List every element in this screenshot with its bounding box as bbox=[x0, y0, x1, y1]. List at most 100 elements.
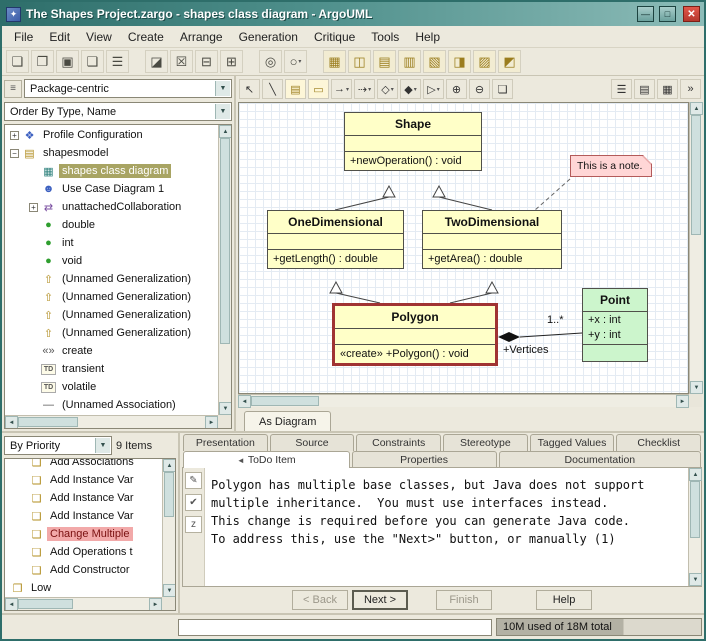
tree-item-profile-configuration[interactable]: +❖Profile Configuration bbox=[5, 126, 218, 144]
save-button[interactable]: ▣ bbox=[56, 50, 79, 73]
remove-from-diagram-button[interactable]: ◪ bbox=[145, 50, 168, 73]
diagram-horizontal-scrollbar[interactable]: ◄► bbox=[238, 394, 689, 407]
tab-stereotype[interactable]: Stereotype bbox=[443, 434, 528, 451]
close-button[interactable]: ✕ bbox=[683, 6, 700, 22]
scroll-up-icon[interactable]: ▲ bbox=[219, 125, 232, 138]
chevron-down-icon[interactable]: ▾ bbox=[437, 86, 440, 93]
menu-arrange[interactable]: Arrange bbox=[172, 27, 231, 47]
class-tool-button[interactable]: ▭ bbox=[308, 79, 329, 99]
new-button[interactable]: ❏ bbox=[6, 50, 29, 73]
chevron-down-icon[interactable]: ▾ bbox=[368, 86, 371, 93]
menu-generation[interactable]: Generation bbox=[231, 27, 306, 47]
usecase-diagram-button[interactable]: ◫ bbox=[348, 50, 371, 73]
tree-item-generalization-4[interactable]: ⇧(Unnamed Generalization) bbox=[5, 324, 218, 342]
snooze-todo-button[interactable]: z bbox=[185, 516, 202, 533]
chevron-down-icon[interactable]: ▾ bbox=[391, 86, 394, 93]
composition-tool-button[interactable]: ◆▾ bbox=[400, 79, 421, 99]
details-vertical-scrollbar[interactable]: ▲▼ bbox=[688, 468, 701, 586]
operation-tool-button[interactable]: ⊖ bbox=[469, 79, 490, 99]
next-button[interactable]: Next > bbox=[352, 590, 408, 610]
delete-button[interactable]: ☒ bbox=[170, 50, 193, 73]
grid-tool-button[interactable]: ▦ bbox=[657, 79, 678, 99]
tab-tagged-values[interactable]: Tagged Values bbox=[530, 434, 615, 451]
todo-item[interactable]: ❑Add Associations bbox=[5, 459, 162, 471]
tab-documentation[interactable]: Documentation bbox=[499, 451, 701, 468]
tree-item-create[interactable]: «»create bbox=[5, 342, 218, 360]
tab-checklist[interactable]: Checklist bbox=[616, 434, 701, 451]
package-tool-button[interactable]: ▤ bbox=[285, 79, 306, 99]
chevron-down-icon[interactable]: ▼ bbox=[215, 104, 230, 119]
tree-item-generalization-2[interactable]: ⇧(Unnamed Generalization) bbox=[5, 288, 218, 306]
layers-tool-button[interactable]: ▤ bbox=[634, 79, 655, 99]
todo-item[interactable]: ❑Add Constructor bbox=[5, 561, 162, 579]
broom-tool-button[interactable]: ╲ bbox=[262, 79, 283, 99]
stack-tool-button[interactable]: ☰ bbox=[611, 79, 632, 99]
menu-file[interactable]: File bbox=[6, 27, 41, 47]
scrollbar-thumb[interactable] bbox=[691, 115, 701, 235]
tree-item-shapesmodel[interactable]: −▤shapesmodel bbox=[5, 144, 218, 162]
scroll-right-icon[interactable]: ► bbox=[676, 395, 689, 408]
titlebar[interactable]: ✦ The Shapes Project.zargo - shapes clas… bbox=[2, 2, 704, 26]
chevron-down-icon[interactable]: ▼ bbox=[95, 438, 110, 453]
menu-view[interactable]: View bbox=[78, 27, 120, 47]
ordering-combo[interactable]: Order By Type, Name ▼ bbox=[4, 102, 232, 121]
scrollbar-thumb[interactable] bbox=[690, 481, 700, 538]
scroll-up-icon[interactable]: ▲ bbox=[690, 102, 703, 115]
tree-item-void[interactable]: ●void bbox=[5, 252, 218, 270]
todo-item-selected[interactable]: ❑Change Multiple bbox=[5, 525, 162, 543]
uml-class-onedimensional[interactable]: OneDimensional +getLength() : double bbox=[267, 210, 404, 269]
scrollbar-thumb[interactable] bbox=[18, 417, 78, 427]
expander-icon[interactable]: − bbox=[10, 149, 19, 158]
uml-class-twodimensional[interactable]: TwoDimensional +getArea() : double bbox=[422, 210, 562, 269]
save-as-button[interactable]: ❑ bbox=[81, 50, 104, 73]
find-button[interactable]: ◎ bbox=[259, 50, 282, 73]
tab-presentation[interactable]: Presentation bbox=[183, 434, 268, 451]
tree-item-unattached-collaboration[interactable]: +⇄unattachedCollaboration bbox=[5, 198, 218, 216]
tree-item-unnamed-association[interactable]: —(Unnamed Association) bbox=[5, 396, 218, 414]
tree-item-int[interactable]: ●int bbox=[5, 234, 218, 252]
align-left-button[interactable]: ⊟ bbox=[195, 50, 218, 73]
new-todo-button[interactable]: ✎ bbox=[185, 472, 202, 489]
todo-item[interactable]: ❑Add Operations t bbox=[5, 543, 162, 561]
activity-diagram-button[interactable]: ▥ bbox=[398, 50, 421, 73]
scrollbar-thumb[interactable] bbox=[220, 138, 230, 344]
finish-button[interactable]: Finish bbox=[436, 590, 492, 610]
scroll-up-icon[interactable]: ▲ bbox=[689, 468, 702, 481]
tab-properties[interactable]: Properties bbox=[352, 451, 497, 468]
tree-item-volatile[interactable]: TDvolatile bbox=[5, 378, 218, 396]
menu-edit[interactable]: Edit bbox=[41, 27, 78, 47]
chevron-down-icon[interactable]: ▾ bbox=[414, 86, 417, 93]
menu-critique[interactable]: Critique bbox=[306, 27, 363, 47]
scroll-right-icon[interactable]: ► bbox=[205, 416, 218, 429]
open-button[interactable]: ❐ bbox=[31, 50, 54, 73]
todo-horizontal-scrollbar[interactable]: ◄► bbox=[5, 597, 162, 610]
uml-class-polygon[interactable]: Polygon «create» +Polygon() : void bbox=[332, 303, 498, 366]
tree-item-double[interactable]: ●double bbox=[5, 216, 218, 234]
tree-item-transient[interactable]: TDtransient bbox=[5, 360, 218, 378]
align-right-button[interactable]: ⊞ bbox=[220, 50, 243, 73]
scroll-down-icon[interactable]: ▼ bbox=[219, 402, 232, 415]
scroll-down-icon[interactable]: ▼ bbox=[163, 584, 176, 597]
todo-item[interactable]: ❑Add Instance Var bbox=[5, 507, 162, 525]
tab-as-diagram[interactable]: As Diagram bbox=[244, 411, 331, 431]
expander-icon[interactable]: + bbox=[10, 131, 19, 140]
explorer-vertical-scrollbar[interactable]: ▲▼ bbox=[218, 125, 231, 415]
sequence-diagram-button[interactable]: ▨ bbox=[473, 50, 496, 73]
chevron-down-icon[interactable]: ▾ bbox=[346, 86, 349, 93]
association-tool-button[interactable]: →▾ bbox=[331, 79, 352, 99]
todo-folder-low[interactable]: ❒Low bbox=[5, 579, 162, 597]
resolve-todo-button[interactable]: ✔ bbox=[185, 494, 202, 511]
back-button[interactable]: < Back bbox=[292, 590, 348, 610]
scrollbar-thumb[interactable] bbox=[18, 599, 73, 609]
help-button[interactable]: Help bbox=[536, 590, 592, 610]
zoom-button[interactable]: ○▾ bbox=[284, 50, 307, 73]
menu-help[interactable]: Help bbox=[407, 27, 448, 47]
settings-button[interactable]: ◩ bbox=[498, 50, 521, 73]
scrollbar-thumb[interactable] bbox=[164, 472, 174, 517]
expander-icon[interactable]: + bbox=[29, 203, 38, 212]
explorer-horizontal-scrollbar[interactable]: ◄► bbox=[5, 415, 218, 428]
uml-note[interactable]: This is a note. bbox=[570, 155, 652, 177]
tab-source[interactable]: Source bbox=[270, 434, 355, 451]
aggregation-tool-button[interactable]: ◇▾ bbox=[377, 79, 398, 99]
attribute-tool-button[interactable]: ⊕ bbox=[446, 79, 467, 99]
